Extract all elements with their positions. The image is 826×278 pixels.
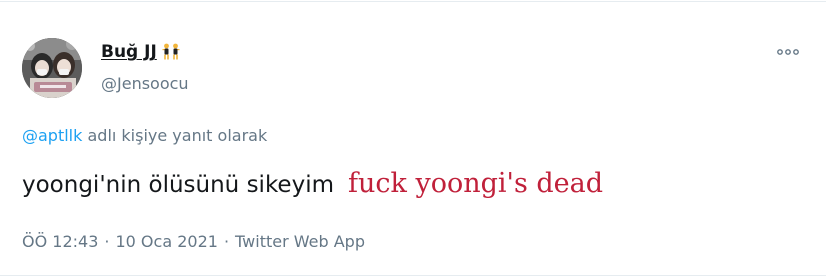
tweet-time[interactable]: ÖÖ 12:43 — [22, 232, 98, 251]
more-options-button[interactable] — [768, 38, 808, 66]
user-name-row: Buğ JJ — [101, 42, 181, 62]
tweet-body: yoongi'nin ölüsünü sikeyim fuck yoongi's… — [22, 168, 603, 199]
meta-separator: · — [223, 232, 230, 251]
tweet-date[interactable]: 10 Oca 2021 — [115, 232, 217, 251]
tweet-metadata: ÖÖ 12:43 · 10 Oca 2021 · Twitter Web App — [22, 232, 365, 251]
avatar[interactable] — [22, 38, 82, 98]
more-horizontal-icon — [777, 49, 799, 55]
reply-mention-link[interactable]: @aptllk — [22, 126, 82, 145]
top-divider — [0, 1, 826, 2]
translation-annotation: fuck yoongi's dead — [348, 168, 604, 199]
reply-context-text: adlı kişiye yanıt olarak — [82, 126, 268, 145]
user-handle[interactable]: @Jensoocu — [101, 74, 189, 93]
avatar-image — [22, 38, 82, 98]
display-name[interactable]: Buğ JJ — [101, 42, 157, 62]
two-dancing-figures-emoji-icon — [161, 42, 181, 62]
meta-separator: · — [104, 232, 110, 251]
bottom-divider — [0, 275, 826, 276]
tweet-text: yoongi'nin ölüsünü sikeyim — [22, 172, 334, 198]
replying-to-line: @aptllk adlı kişiye yanıt olarak — [22, 126, 267, 145]
tweet-source[interactable]: Twitter Web App — [235, 232, 365, 251]
tweet-card: Buğ JJ @Jensoocu @aptllk adlı kişiye yan… — [0, 0, 826, 278]
